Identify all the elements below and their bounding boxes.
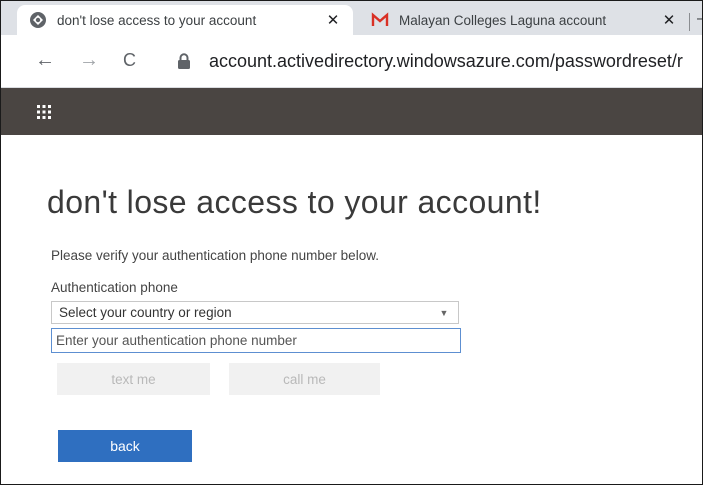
- back-button[interactable]: back: [58, 430, 192, 462]
- tab-active[interactable]: don't lose access to your account ✕: [17, 5, 353, 35]
- reload-icon[interactable]: C: [123, 49, 136, 71]
- text-me-button[interactable]: text me: [57, 363, 210, 395]
- address-bar[interactable]: account.activedirectory.windowsazure.com…: [165, 43, 702, 79]
- call-me-button[interactable]: call me: [229, 363, 380, 395]
- tab-title: don't lose access to your account: [57, 12, 317, 28]
- dropdown-caret-icon: ▼: [439, 307, 449, 318]
- lock-icon: [178, 53, 190, 69]
- tab-gmail[interactable]: Malayan Colleges Laguna account ✕: [359, 5, 689, 35]
- back-arrow-icon[interactable]: ←: [35, 49, 55, 71]
- tab-close-icon[interactable]: ✕: [659, 11, 679, 29]
- app-header-bar: [1, 88, 702, 135]
- instructions-text: Please verify your authentication phone …: [51, 248, 379, 263]
- phone-number-input[interactable]: [51, 328, 461, 353]
- tab-title: Malayan Colleges Laguna account: [399, 12, 653, 28]
- forward-arrow-icon[interactable]: →: [79, 49, 99, 71]
- url-text: account.activedirectory.windowsazure.com…: [209, 50, 683, 71]
- tab-close-icon[interactable]: ✕: [323, 11, 343, 29]
- more-tabs-icon[interactable]: –: [697, 10, 702, 28]
- country-select[interactable]: Select your country or region ▼: [51, 301, 459, 324]
- tab-strip: don't lose access to your account ✕ Mala…: [1, 1, 702, 35]
- browser-window: don't lose access to your account ✕ Mala…: [0, 0, 703, 485]
- gmail-icon: [371, 12, 389, 26]
- app-launcher-waffle-icon[interactable]: [37, 105, 51, 119]
- country-select-value: Select your country or region: [59, 305, 232, 320]
- browser-toolbar: ← → C account.activedirectory.windowsazu…: [1, 35, 702, 88]
- auth-phone-label: Authentication phone: [51, 280, 178, 295]
- page-title: don't lose access to your account!: [47, 184, 542, 220]
- tab-separator: [689, 13, 690, 31]
- globe-icon: [30, 12, 46, 28]
